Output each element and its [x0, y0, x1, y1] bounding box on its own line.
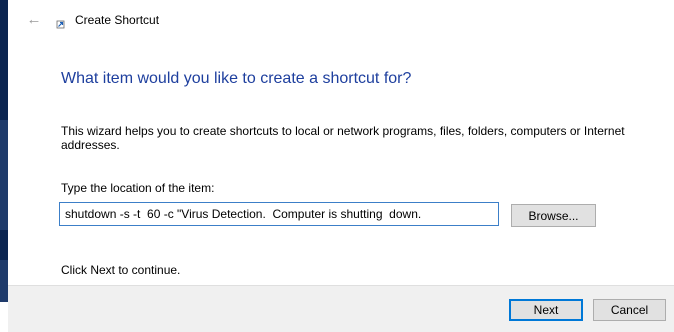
back-arrow-icon[interactable]: ←: [24, 12, 44, 28]
background-window-edge-segment: [0, 0, 8, 120]
next-button[interactable]: Next: [509, 299, 583, 321]
background-window-edge-segment: [0, 230, 8, 260]
dialog-title: Create Shortcut: [75, 13, 160, 27]
dialog-footer: Next Cancel: [8, 285, 674, 332]
page-heading: What item would you like to create a sho…: [61, 70, 412, 87]
cancel-button[interactable]: Cancel: [593, 299, 666, 321]
shortcut-icon: [56, 20, 65, 29]
wizard-description: This wizard helps you to create shortcut…: [61, 124, 625, 152]
location-label: Type the location of the item:: [61, 181, 215, 195]
continue-hint: Click Next to continue.: [61, 263, 181, 277]
browse-button[interactable]: Browse...: [511, 204, 596, 227]
location-input[interactable]: [59, 202, 499, 226]
background-window-edge: [0, 0, 8, 302]
dialog-header: ← Create Shortcut: [8, 0, 674, 44]
create-shortcut-dialog: ← Create Shortcut What item would you li…: [8, 0, 674, 332]
